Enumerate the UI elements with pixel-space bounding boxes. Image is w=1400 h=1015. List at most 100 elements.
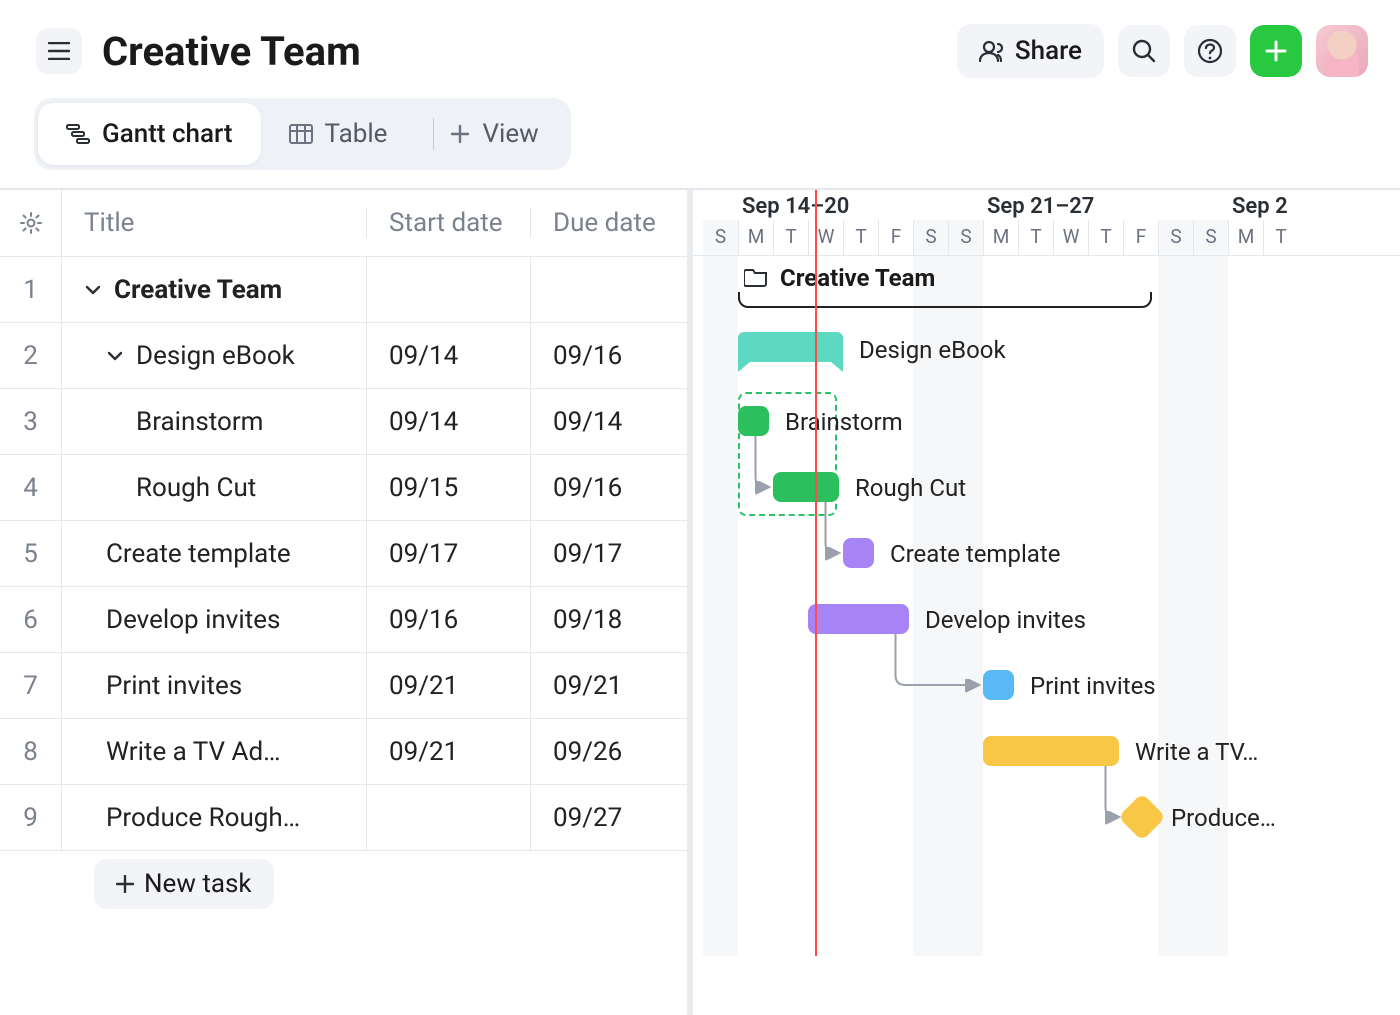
- task-title-cell[interactable]: Brainstorm: [62, 389, 367, 454]
- day-header: M: [738, 220, 773, 255]
- column-start-date[interactable]: Start date: [367, 208, 531, 238]
- chevron-down-icon[interactable]: [106, 347, 124, 365]
- task-title: Write a TV Ad…: [106, 737, 281, 767]
- day-header: M: [983, 220, 1018, 255]
- day-header: M: [1228, 220, 1263, 255]
- due-date-cell[interactable]: [531, 257, 687, 322]
- task-title-cell[interactable]: Rough Cut: [62, 455, 367, 520]
- gantt-task-bar[interactable]: [983, 736, 1119, 766]
- weekend-stripe: [703, 256, 738, 956]
- due-date-cell[interactable]: 09/17: [531, 521, 687, 586]
- task-title-cell[interactable]: Print invites: [62, 653, 367, 718]
- day-header: W: [808, 220, 843, 255]
- row-number: 3: [0, 389, 62, 454]
- gantt-chart[interactable]: Sep 14–20Sep 21–27Sep 2 SMTWTFSSMTWTFSSM…: [693, 190, 1400, 1015]
- task-title: Develop invites: [106, 605, 280, 635]
- due-date-cell[interactable]: 09/21: [531, 653, 687, 718]
- day-header: F: [1123, 220, 1158, 255]
- page-title[interactable]: Creative Team: [102, 28, 937, 75]
- help-button[interactable]: [1184, 25, 1236, 77]
- task-title-cell[interactable]: Create template: [62, 521, 367, 586]
- row-number: 4: [0, 455, 62, 520]
- task-title: Brainstorm: [136, 407, 263, 437]
- row-number: 1: [0, 257, 62, 322]
- day-header: T: [1018, 220, 1053, 255]
- day-header: S: [948, 220, 983, 255]
- chevron-down-icon[interactable]: [84, 281, 102, 299]
- due-date-cell[interactable]: 09/27: [531, 785, 687, 850]
- task-title-cell[interactable]: Design eBook: [62, 323, 367, 388]
- table-row: 7Print invites09/2109/21: [0, 652, 687, 718]
- start-date-cell[interactable]: 09/16: [367, 587, 531, 652]
- day-header: T: [1263, 220, 1298, 255]
- start-date-cell[interactable]: 09/14: [367, 389, 531, 454]
- gantt-group-header[interactable]: Creative Team: [744, 264, 935, 292]
- add-button[interactable]: [1250, 25, 1302, 77]
- task-title-cell[interactable]: Creative Team: [62, 257, 367, 322]
- add-view-button[interactable]: View: [415, 102, 566, 166]
- hamburger-menu-button[interactable]: [36, 28, 82, 74]
- start-date-cell[interactable]: 09/15: [367, 455, 531, 520]
- task-title-cell[interactable]: Write a TV Ad…: [62, 719, 367, 784]
- day-header: S: [1158, 220, 1193, 255]
- new-task-button[interactable]: New task: [94, 859, 274, 909]
- gantt-bar-label: Print invites: [1030, 672, 1156, 700]
- timeline-header: Sep 14–20Sep 21–27Sep 2 SMTWTFSSMTWTFSSM…: [693, 190, 1400, 256]
- start-date-cell[interactable]: [367, 785, 531, 850]
- row-number: 2: [0, 323, 62, 388]
- gantt-task-bar[interactable]: [738, 406, 769, 436]
- table-row: 3 Brainstorm 09/1409/14: [0, 388, 687, 454]
- task-title-cell[interactable]: Produce Rough…: [62, 785, 367, 850]
- gantt-task-bar[interactable]: [773, 472, 839, 502]
- table-icon: [289, 124, 313, 144]
- tab-gantt[interactable]: Gantt chart: [38, 103, 261, 165]
- settings-button[interactable]: [0, 190, 62, 256]
- task-title: Produce Rough…: [106, 803, 300, 833]
- search-button[interactable]: [1118, 25, 1170, 77]
- gantt-bar-label: Design eBook: [859, 336, 1006, 364]
- weekend-stripe: [1158, 256, 1193, 956]
- due-date-cell[interactable]: 09/14: [531, 389, 687, 454]
- start-date-cell[interactable]: 09/21: [367, 719, 531, 784]
- table-row: 4Rough Cut09/1509/16: [0, 454, 687, 520]
- gantt-bar-label: Write a TV…: [1135, 738, 1258, 766]
- row-number: 6: [0, 587, 62, 652]
- user-avatar[interactable]: [1316, 25, 1368, 77]
- plus-icon: [116, 875, 134, 893]
- due-date-cell[interactable]: 09/16: [531, 323, 687, 388]
- day-header: W: [1053, 220, 1088, 255]
- start-date-cell[interactable]: [367, 257, 531, 322]
- gantt-bar-label: Brainstorm: [785, 408, 903, 436]
- help-icon: [1197, 38, 1223, 64]
- gantt-task-bar[interactable]: [983, 670, 1014, 700]
- start-date-cell[interactable]: 09/14: [367, 323, 531, 388]
- day-header: F: [878, 220, 913, 255]
- table-row: 9Produce Rough…09/27: [0, 784, 687, 850]
- column-title[interactable]: Title: [62, 208, 367, 238]
- due-date-cell[interactable]: 09/18: [531, 587, 687, 652]
- gantt-task-bar[interactable]: [808, 604, 909, 634]
- row-number: 7: [0, 653, 62, 718]
- week-label: Sep 2: [1232, 194, 1288, 219]
- tab-gantt-label: Gantt chart: [102, 119, 233, 149]
- day-header: S: [703, 220, 738, 255]
- tab-table[interactable]: Table: [261, 103, 416, 165]
- column-due-date[interactable]: Due date: [531, 208, 687, 238]
- task-title-cell[interactable]: Develop invites: [62, 587, 367, 652]
- start-date-cell[interactable]: 09/17: [367, 521, 531, 586]
- weekend-stripe: [1193, 256, 1228, 956]
- due-date-cell[interactable]: 09/16: [531, 455, 687, 520]
- tab-separator: [433, 118, 434, 150]
- day-header: T: [773, 220, 808, 255]
- task-table: Title Start date Due date 1Creative Team…: [0, 190, 693, 1015]
- start-date-cell[interactable]: 09/21: [367, 653, 531, 718]
- gantt-bar-label: Create template: [890, 540, 1060, 568]
- folder-icon: [744, 268, 768, 288]
- gantt-task-bar[interactable]: [843, 538, 874, 568]
- gantt-summary-bar[interactable]: [738, 332, 843, 362]
- hamburger-icon: [48, 42, 70, 60]
- row-number: 5: [0, 521, 62, 586]
- week-label: Sep 21–27: [987, 194, 1094, 219]
- share-button[interactable]: Share: [957, 24, 1104, 78]
- due-date-cell[interactable]: 09/26: [531, 719, 687, 784]
